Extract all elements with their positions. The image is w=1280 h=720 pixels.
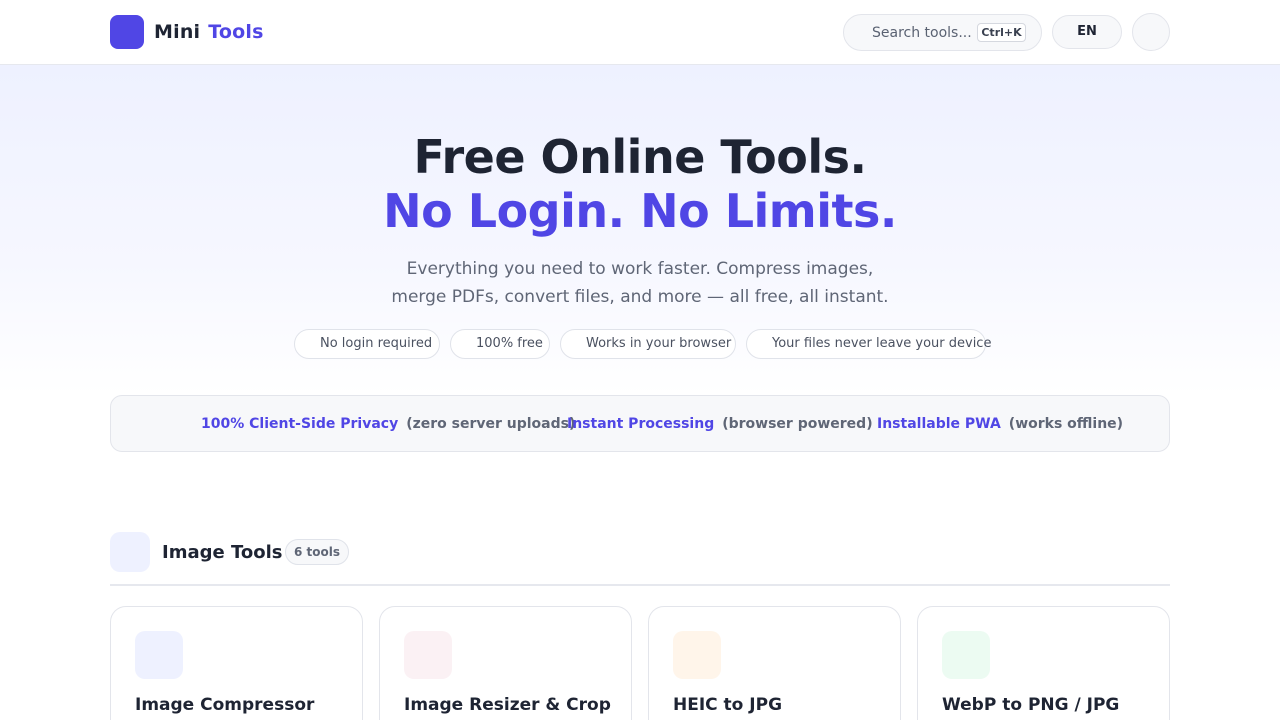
section-title: Image Tools [162,542,283,563]
language-button[interactable]: EN [1052,15,1122,49]
feature-instant-note: (browser powered) [722,416,873,432]
hero-title-accent: No Login. No Limits. [383,184,897,238]
logo-word-tools: Tools [208,21,264,43]
feature-pwa-title: Installable PWA [877,416,1001,432]
hero-subtitle: Everything you need to work faster. Comp… [391,259,889,307]
tool-card-image-resizer[interactable]: Image Resizer & Crop [379,606,632,720]
image-compressor-icon [135,631,183,679]
feature-privacy-note: (zero server uploads) [406,416,576,432]
logo[interactable]: Mini Tools [154,19,264,45]
tool-card-title: WebP to PNG / JPG [942,695,1120,715]
tool-card-title: Image Compressor [135,695,315,715]
search-input[interactable]: Search tools... Ctrl+K [843,14,1042,51]
feature-privacy-title: 100% Client-Side Privacy [201,416,399,432]
tool-card-heic-to-jpg[interactable]: HEIC to JPG [648,606,901,720]
logo-word-mini: Mini [154,21,201,43]
search-icon [855,25,870,40]
site-header: Mini Tools Search tools... Ctrl+K EN [0,0,1280,65]
logo-icon[interactable] [110,15,144,49]
search-shortcut-badge: Ctrl+K [977,23,1026,42]
hero-badges: No login required 100% free Works in you… [0,329,1280,359]
hero-title: Free Online Tools. [413,130,867,184]
search-placeholder: Search tools... [872,25,972,41]
tool-card-webp-to-png[interactable]: WebP to PNG / JPG [917,606,1170,720]
tool-card-title: HEIC to JPG [673,695,783,715]
image-resizer-icon [404,631,452,679]
feature-instant: Instant Processing (browser powered) [567,414,873,434]
feature-pwa: Installable PWA (works offline) [877,414,1123,434]
section-divider [110,584,1170,586]
image-tools-icon [110,532,150,572]
badge-no-login: No login required [294,329,440,359]
badge-privacy: Your files never leave your device [746,329,991,359]
features-strip: 100% Client-Side Privacy (zero server upl… [110,395,1170,452]
heic-to-jpg-icon [673,631,721,679]
webp-to-png-icon [942,631,990,679]
feature-instant-title: Instant Processing [567,416,715,432]
feature-pwa-note: (works offline) [1008,416,1124,432]
theme-toggle-button[interactable] [1132,13,1170,51]
badge-free: 100% free [450,329,550,359]
tool-card-title: Image Resizer & Crop [404,695,611,715]
feature-privacy: 100% Client-Side Privacy (zero server upl… [201,414,575,434]
badge-browser: Works in your browser [560,329,736,359]
section-count-badge: 6 tools [285,539,349,565]
tool-card-image-compressor[interactable]: Image Compressor [110,606,363,720]
